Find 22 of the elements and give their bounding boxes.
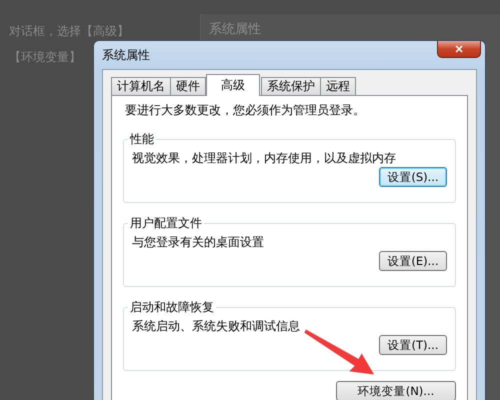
- group-description: 与您登录有关的桌面设置: [132, 234, 265, 251]
- tab[interactable]: 高级: [206, 74, 260, 96]
- group-title: 性能: [128, 131, 155, 148]
- environment-variables-button[interactable]: 环境变量(N)...: [336, 381, 456, 400]
- group-title: 启动和故障恢复: [129, 299, 215, 316]
- arrow-icon: [304, 330, 374, 374]
- settings-button[interactable]: 设置(S)...: [379, 167, 447, 187]
- tab[interactable]: 硬件: [170, 77, 206, 96]
- dialog-title: 系统属性: [102, 47, 150, 64]
- group-title: 用户配置文件: [129, 215, 203, 232]
- notice-text: 要进行大多数更改，您必须作为管理员登录。: [125, 102, 366, 119]
- settings-button[interactable]: 设置(E)...: [379, 251, 447, 271]
- background-window-title: 系统属性: [209, 21, 261, 38]
- article-text: 对话框，选择【高级】: [9, 24, 129, 38]
- settings-button[interactable]: 设置(T)...: [379, 335, 447, 355]
- tab[interactable]: 远程: [320, 77, 356, 96]
- group-description: 系统启动、系统失败和调试信息: [132, 318, 301, 335]
- group-description: 视觉效果，处理器计划，内存使用，以及虚拟内存: [132, 150, 397, 167]
- tab[interactable]: 系统保护: [261, 77, 321, 96]
- tab[interactable]: 计算机名: [111, 77, 171, 96]
- article-text: 【环境变量】: [9, 50, 81, 64]
- close-button[interactable]: ✕: [437, 41, 481, 58]
